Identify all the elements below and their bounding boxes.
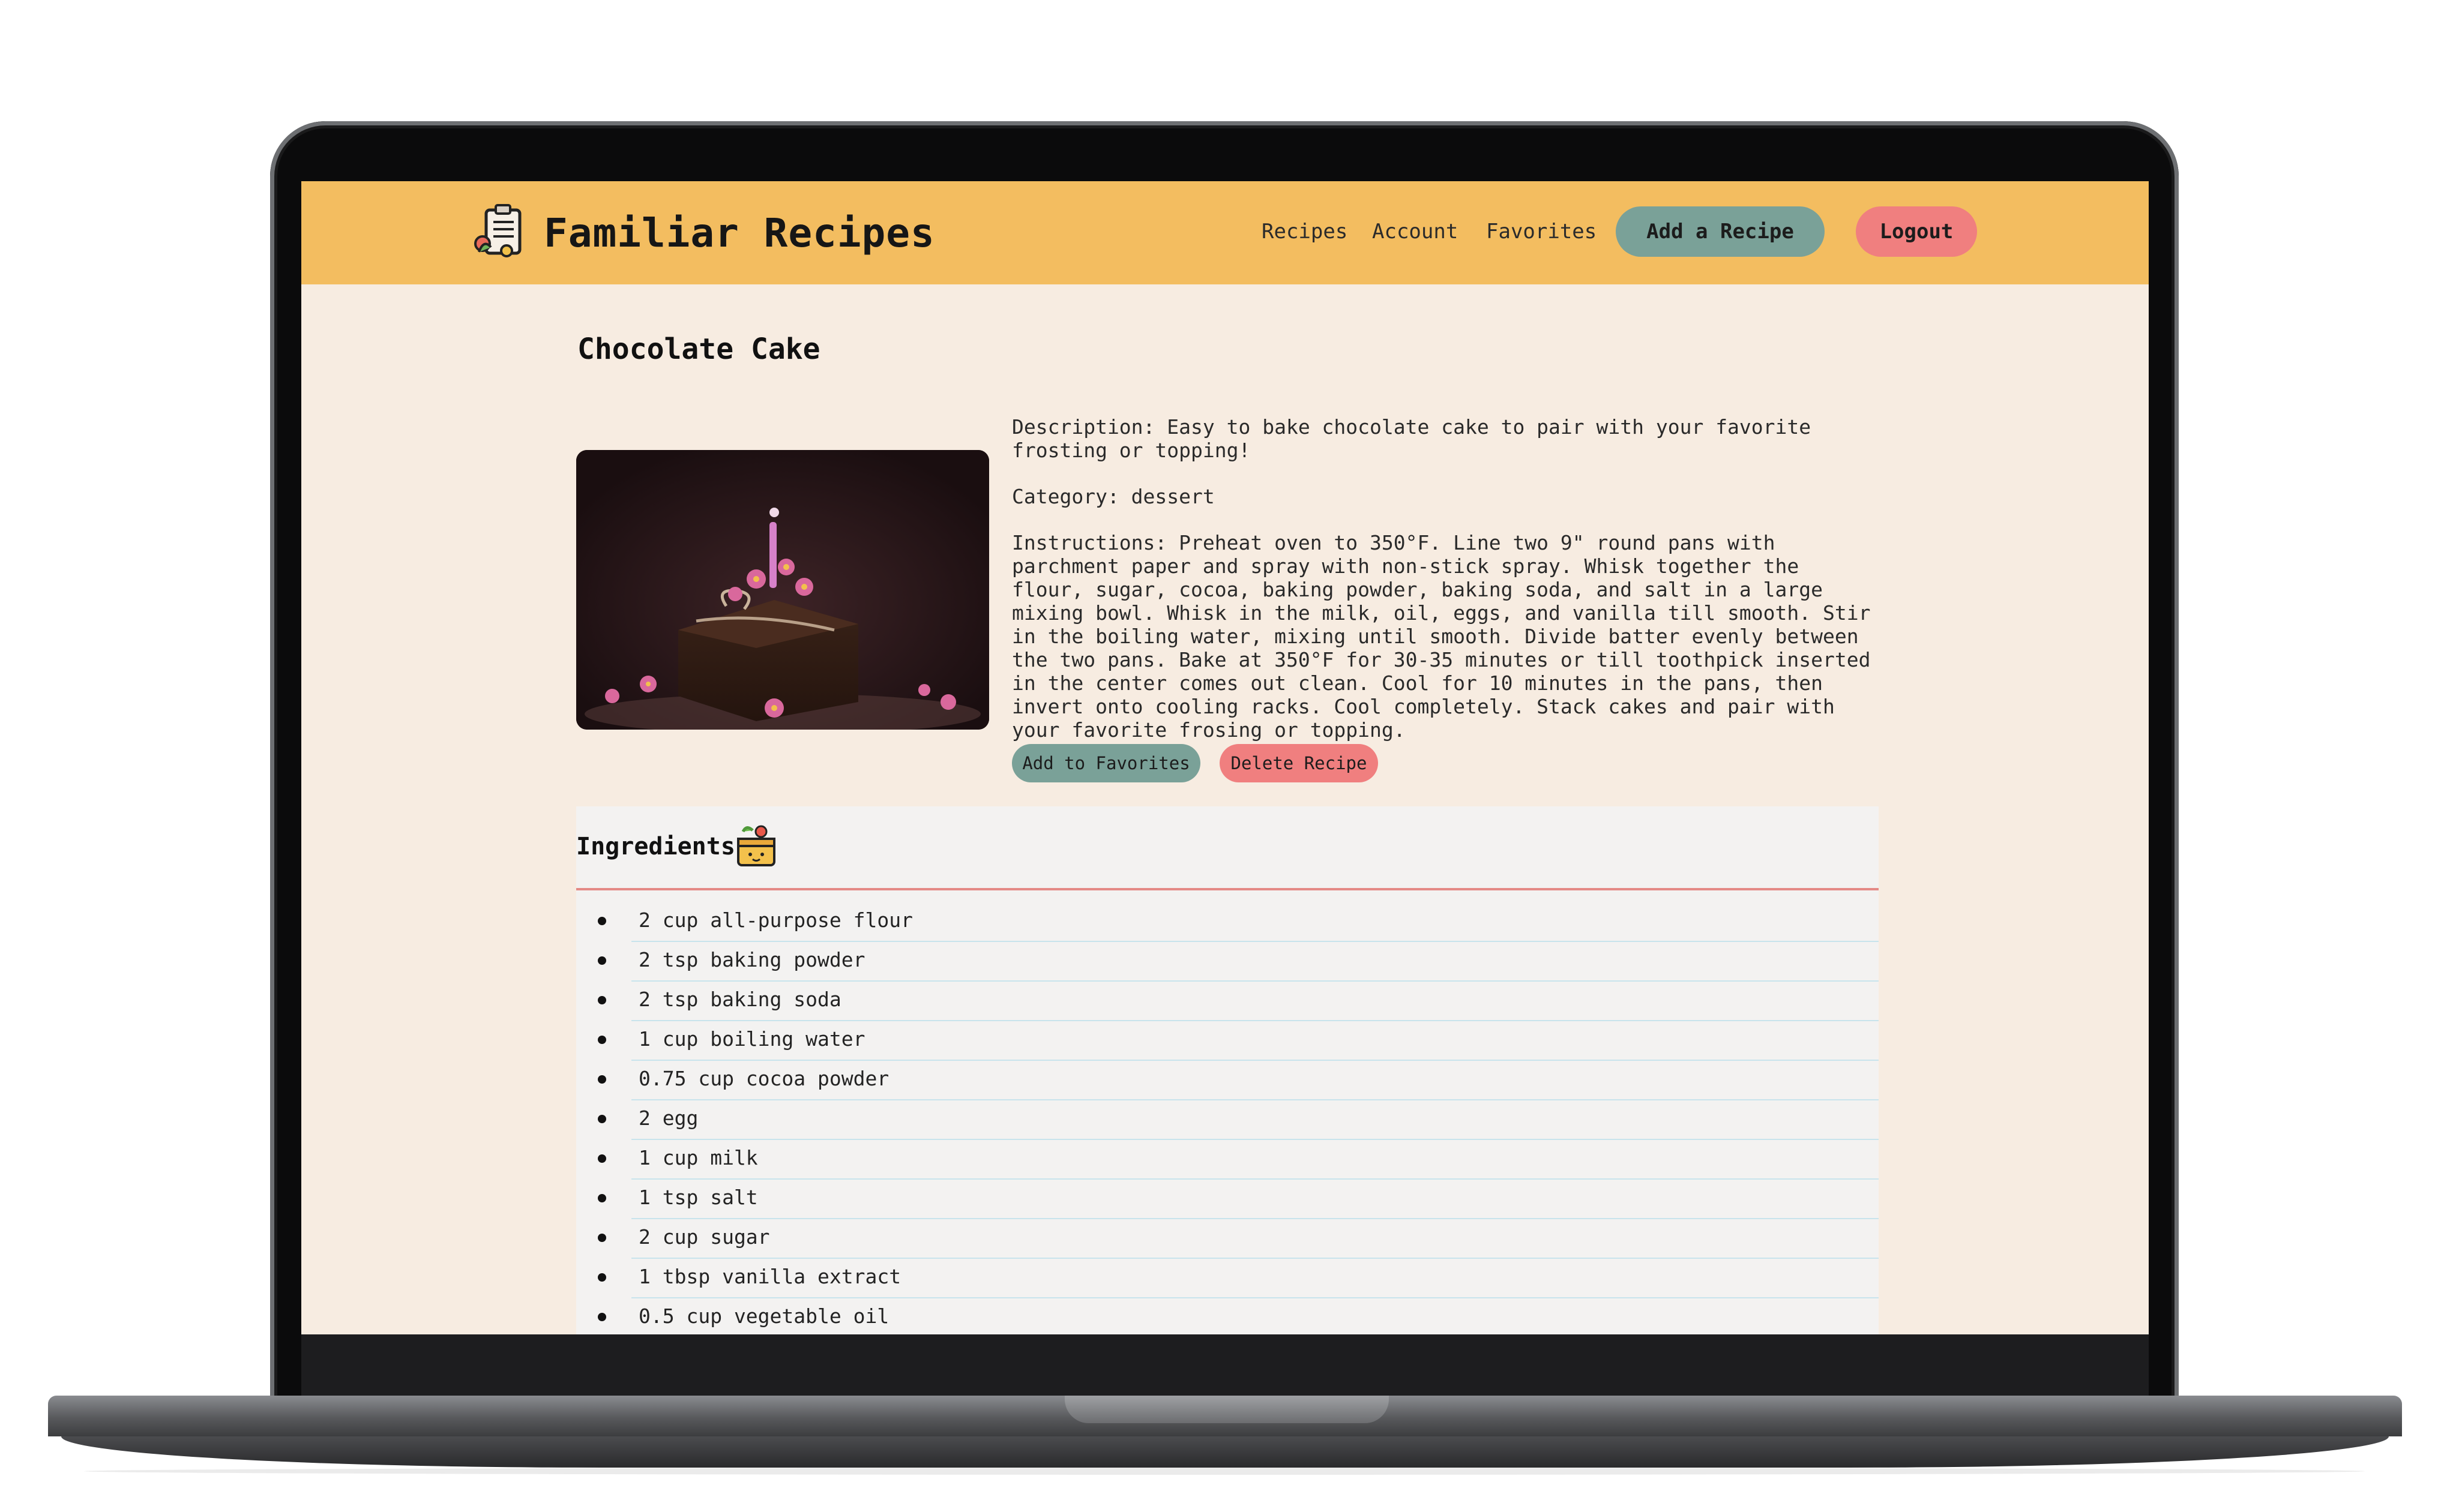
nav-recipes[interactable]: Recipes: [1262, 220, 1347, 244]
ingredient-text: 2 cup all-purpose flour: [639, 908, 913, 932]
recipe-details: Description: Easy to bake chocolate cake…: [1012, 415, 1876, 764]
bullet-icon: [598, 1075, 606, 1084]
ingredient-item: 0.75 cup cocoa powder: [598, 1061, 1879, 1100]
nav-favorites[interactable]: Favorites: [1486, 220, 1597, 244]
ingredient-item: 1 tsp salt: [598, 1180, 1879, 1219]
ingredient-text: 2 egg: [639, 1106, 699, 1130]
ingredient-item: 1 tbsp vanilla extract: [598, 1259, 1879, 1298]
delete-recipe-button[interactable]: Delete Recipe: [1220, 744, 1378, 782]
browser-screen: Familiar Recipes Recipes Account Favorit…: [301, 181, 2149, 1334]
ingredient-text: 2 tsp baking soda: [639, 988, 841, 1011]
bullet-icon: [598, 1115, 606, 1123]
bullet-icon: [598, 1313, 606, 1321]
ingredients-panel: Ingredients 2 cup all-purpose flour 2 tsp…: [576, 806, 1879, 1334]
ingredients-header: Ingredients: [576, 806, 1879, 890]
laptop-shadow: [84, 1468, 2365, 1475]
recipe-book-icon[interactable]: [471, 202, 531, 262]
ingredient-item: 1 cup milk: [598, 1140, 1879, 1180]
ingredient-item: 2 cup all-purpose flour: [598, 902, 1879, 942]
bullet-icon: [598, 1194, 606, 1202]
ingredient-text: 0.5 cup vegetable oil: [639, 1304, 889, 1328]
ingredient-text: 1 cup boiling water: [639, 1027, 865, 1051]
cake-image: [576, 450, 989, 730]
bullet-icon: [598, 1273, 606, 1282]
laptop-base-bottom: [61, 1436, 2389, 1468]
ingredients-list: 2 cup all-purpose flour 2 tsp baking powd…: [576, 902, 1879, 1334]
bullet-icon: [598, 996, 606, 1004]
nav-account[interactable]: Account: [1372, 220, 1458, 244]
bullet-icon: [598, 956, 606, 965]
recipe-category: Category: dessert: [1012, 485, 1215, 508]
ingredient-item: 2 tsp baking powder: [598, 942, 1879, 982]
ingredient-item: 2 egg: [598, 1100, 1879, 1140]
ingredient-text: 1 tbsp vanilla extract: [639, 1265, 901, 1288]
laptop-notch: [1065, 1396, 1389, 1423]
ingredient-text: 2 tsp baking powder: [639, 948, 865, 971]
ingredient-text: 0.75 cup cocoa powder: [639, 1067, 889, 1090]
logout-button[interactable]: Logout: [1856, 206, 1977, 257]
ingredient-item: 0.5 cup vegetable oil: [598, 1298, 1879, 1334]
ingredient-item: 2 tsp baking soda: [598, 982, 1879, 1021]
ingredient-item: 2 cup sugar: [598, 1219, 1879, 1259]
bullet-icon: [598, 1154, 606, 1163]
ingredient-text: 2 cup sugar: [639, 1225, 770, 1249]
bullet-icon: [598, 1036, 606, 1044]
recipe-title: Chocolate Cake: [577, 332, 820, 366]
recipe-instructions: Instructions: Preheat oven to 350°F. Lin…: [1012, 531, 1871, 742]
ingredient-text: 1 tsp salt: [639, 1186, 758, 1209]
grocery-basket-icon: [737, 825, 775, 866]
site-brand[interactable]: Familiar Recipes: [544, 210, 935, 256]
site-header: Familiar Recipes Recipes Account Favorit…: [301, 181, 2149, 284]
recipe-description: Description: Easy to bake chocolate cake…: [1012, 415, 1811, 462]
bullet-icon: [598, 1234, 606, 1242]
bullet-icon: [598, 917, 606, 925]
recipe-photo: [576, 450, 989, 730]
ingredient-text: 1 cup milk: [639, 1146, 758, 1169]
add-recipe-button[interactable]: Add a Recipe: [1616, 206, 1825, 257]
add-to-favorites-button[interactable]: Add to Favorites: [1012, 744, 1200, 782]
laptop-chin: [301, 1334, 2149, 1396]
ingredients-title: Ingredients: [576, 833, 735, 860]
ingredient-item: 1 cup boiling water: [598, 1021, 1879, 1061]
